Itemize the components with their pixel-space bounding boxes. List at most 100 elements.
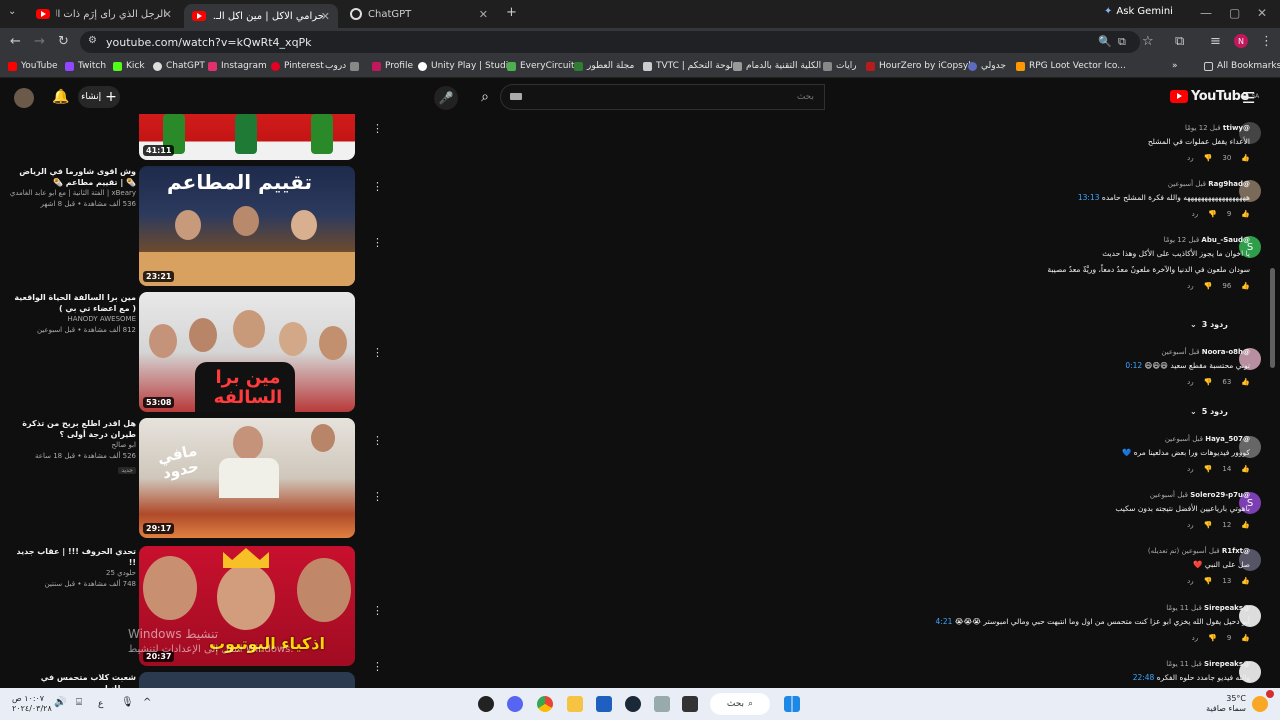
search-field[interactable]: [500, 84, 825, 110]
show-hidden-icons-chevron-icon[interactable]: ^: [143, 698, 151, 708]
dislike-icon[interactable]: 👎: [1208, 634, 1217, 642]
forward-icon[interactable]: →: [34, 34, 45, 49]
comment-author[interactable]: @Sirepeaks: [1204, 660, 1250, 668]
minimize-icon[interactable]: —: [1200, 6, 1212, 20]
bookmark-kick[interactable]: Kick: [113, 61, 145, 71]
tab-2-active[interactable]: حرامي الاكل | مين اكل الـ... 🤫 ✕: [184, 4, 338, 28]
site-info-icon[interactable]: ⚙: [88, 35, 97, 46]
discord-icon[interactable]: [507, 696, 523, 712]
comment-author[interactable]: @Solero29-p7u: [1190, 491, 1250, 499]
bookmark-tech-college[interactable]: الكلية التقنية بالدمام: [733, 61, 821, 71]
like-icon[interactable]: 👍: [1241, 154, 1250, 162]
reload-icon[interactable]: ↻: [58, 34, 69, 49]
comment-author[interactable]: @R1fxt: [1222, 547, 1250, 555]
comment-author[interactable]: @Noora-o8h: [1202, 348, 1250, 356]
file-explorer-icon[interactable]: [567, 696, 583, 712]
voice-search-mic-icon[interactable]: 🎤: [434, 86, 458, 110]
new-tab-button[interactable]: +: [506, 5, 517, 20]
cast-icon[interactable]: ⧉: [1118, 35, 1126, 49]
bookmark-star-icon[interactable]: ☆: [1142, 34, 1154, 49]
reply-button[interactable]: رد: [1187, 378, 1194, 386]
reply-button[interactable]: رد: [1187, 465, 1194, 473]
bookmark-youtube[interactable]: YouTube: [8, 61, 58, 71]
notifications-bell-icon[interactable]: 🔔: [52, 89, 69, 105]
comment-author[interactable]: @ttiwy: [1223, 124, 1250, 132]
close-tab-icon[interactable]: ✕: [163, 8, 172, 21]
related-meta-4[interactable]: هل اقدر اطلع بريح من تذكرة طيران درجة أو…: [8, 418, 136, 475]
video-menu-icon[interactable]: ⋮: [372, 180, 383, 193]
back-icon[interactable]: ←: [10, 34, 21, 49]
page-scrollbar[interactable]: [1270, 268, 1275, 368]
bookmark-everycircuit[interactable]: EveryCircuit: [507, 61, 575, 71]
bookmark-hourzero[interactable]: HourZero by iCopsyle: [866, 61, 976, 71]
keyboard-icon[interactable]: [510, 93, 522, 100]
bookmark-schedule[interactable]: جدولي: [968, 61, 1006, 71]
timestamp-link[interactable]: 0:12: [1125, 361, 1142, 370]
bookmark-perfume-magazine[interactable]: مجلة العطور: [574, 61, 634, 71]
store-icon[interactable]: [596, 696, 612, 712]
snipping-tool-icon[interactable]: [654, 696, 670, 712]
profile-avatar-icon[interactable]: N: [1234, 34, 1248, 48]
view-replies-button[interactable]: ⌄ 3 ردود: [1190, 320, 1228, 329]
bookmark-rpg-loot[interactable]: RPG Loot Vector Ico...: [1016, 61, 1126, 71]
dislike-icon[interactable]: 👎: [1208, 210, 1217, 218]
bookmark-pinterest[interactable]: Pinterest: [271, 61, 324, 71]
related-thumbnail-1[interactable]: 41:11: [139, 114, 355, 160]
like-icon[interactable]: 👍: [1241, 210, 1250, 218]
weather-widget[interactable]: 35°C سماء صافية: [1206, 694, 1246, 714]
timestamp-link[interactable]: 13:13: [1078, 193, 1100, 202]
tab-search-chevron-icon[interactable]: ⌄: [8, 6, 16, 17]
dislike-icon[interactable]: 👎: [1204, 521, 1213, 529]
timestamp-link[interactable]: 22:48: [1133, 673, 1155, 682]
related-thumbnail-6[interactable]: [139, 672, 355, 688]
guide-menu-icon[interactable]: ☰: [1242, 89, 1255, 107]
browser-menu-icon[interactable]: ⋮: [1260, 34, 1273, 49]
taskbar-search[interactable]: بحث ⌕: [710, 693, 770, 715]
reading-list-icon[interactable]: ≡: [1210, 34, 1221, 49]
reply-button[interactable]: رد: [1187, 154, 1194, 162]
reply-button[interactable]: رد: [1187, 521, 1194, 529]
dislike-icon[interactable]: 👎: [1204, 378, 1213, 386]
bookmark-chatgpt[interactable]: ChatGPT: [153, 61, 205, 71]
related-thumbnail-4[interactable]: مافي حدود 29:17: [139, 418, 355, 538]
like-icon[interactable]: 👍: [1241, 465, 1250, 473]
comment-author[interactable]: @Haya_507: [1205, 435, 1250, 443]
bookmark-instagram[interactable]: Instagram: [208, 61, 267, 71]
related-thumbnail-3[interactable]: مين برا السالفه 53:08: [139, 292, 355, 412]
tab-3[interactable]: ChatGPT ✕: [342, 4, 496, 24]
bookmark-rayat[interactable]: رايات: [823, 61, 857, 71]
related-meta-5[interactable]: تحدي الحروف !!! | عقاب جديد !! حلودي 25 …: [8, 546, 136, 590]
related-meta-3[interactable]: مين برا السالفة الحياة الواقعية ( مع اعض…: [8, 292, 136, 336]
video-menu-icon[interactable]: ⋮: [372, 490, 383, 503]
video-menu-icon[interactable]: ⋮: [372, 660, 383, 673]
video-menu-icon[interactable]: ⋮: [372, 346, 383, 359]
video-menu-icon[interactable]: ⋮: [372, 122, 383, 135]
close-window-icon[interactable]: ✕: [1257, 6, 1267, 20]
dislike-icon[interactable]: 👎: [1204, 465, 1213, 473]
all-bookmarks-folder[interactable]: All Bookmarks: [1204, 61, 1280, 71]
ask-gemini-button[interactable]: ✦ Ask Gemini: [1104, 6, 1173, 17]
comment-author[interactable]: @Sirepeaks: [1204, 604, 1250, 612]
like-icon[interactable]: 👍: [1241, 521, 1250, 529]
comment-author[interactable]: @Abu_-Saud: [1201, 236, 1250, 244]
like-icon[interactable]: 👍: [1241, 577, 1250, 585]
app-icon-1[interactable]: [478, 696, 494, 712]
url-omnibox[interactable]: ⚙ youtube.com/watch?v=kQwRt4_xqPk 🔍 ⧉: [80, 31, 1140, 53]
timestamp-link[interactable]: 4:21: [936, 617, 953, 626]
like-icon[interactable]: 👍: [1241, 282, 1250, 290]
account-avatar[interactable]: [14, 88, 34, 108]
video-menu-icon[interactable]: ⋮: [372, 236, 383, 249]
windows-start-icon[interactable]: [784, 696, 800, 712]
search-button[interactable]: ⌕: [470, 84, 500, 110]
dislike-icon[interactable]: 👎: [1204, 282, 1213, 290]
reply-button[interactable]: رد: [1187, 282, 1194, 290]
chrome-icon[interactable]: [537, 696, 553, 712]
app-icon-2[interactable]: [682, 696, 698, 712]
dislike-icon[interactable]: 👎: [1204, 577, 1213, 585]
search-input[interactable]: [501, 85, 824, 109]
bookmark-unity[interactable]: Unity Play | Studio: [418, 61, 514, 71]
video-menu-icon[interactable]: ⋮: [372, 604, 383, 617]
zoom-icon[interactable]: 🔍: [1098, 35, 1112, 48]
close-tab-icon[interactable]: ✕: [321, 10, 330, 23]
bookmark-droob[interactable]: دروب: [325, 61, 360, 71]
